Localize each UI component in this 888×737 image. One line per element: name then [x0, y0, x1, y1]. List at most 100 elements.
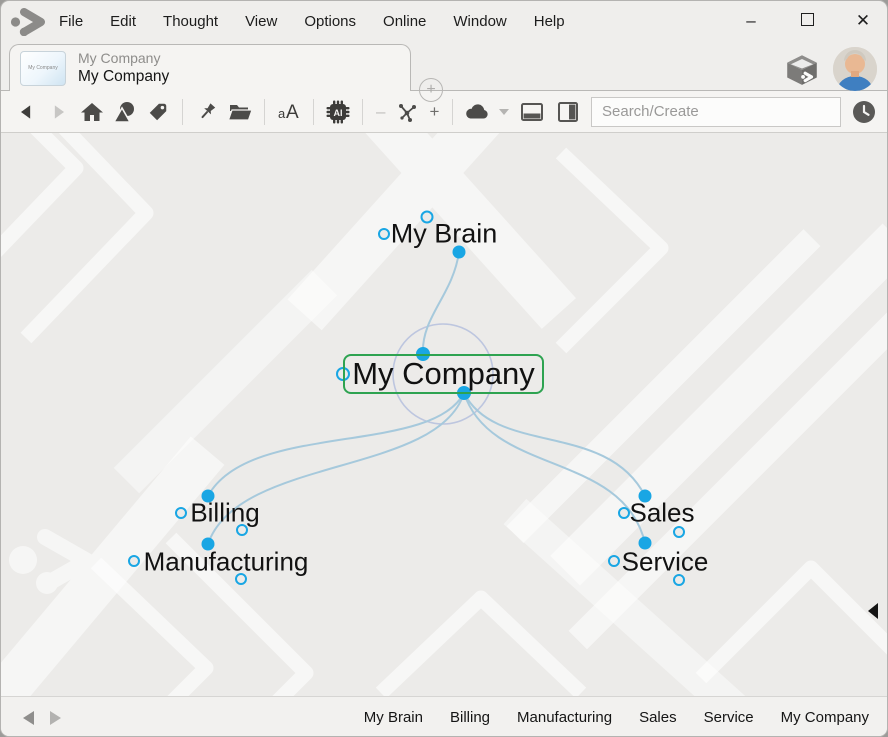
breadcrumb-sales[interactable]: Sales — [639, 709, 677, 726]
thought-service[interactable]: Service — [622, 547, 709, 578]
tab-thought-name: My Company — [78, 67, 169, 86]
thought-my-company-label: My Company — [352, 356, 535, 392]
toolbar-separator — [264, 99, 265, 125]
tab-text: My Company My Company — [78, 50, 169, 86]
shapes-icon — [112, 100, 138, 124]
tags-button[interactable] — [145, 99, 171, 125]
thought-billing[interactable]: Billing — [190, 498, 259, 529]
horizontal-split-icon — [519, 100, 545, 124]
avatar-photo — [833, 47, 877, 91]
plex-canvas[interactable]: My Brain My Company Billing Manufacturin… — [1, 133, 887, 696]
collapse-plex-button[interactable]: – — [374, 102, 387, 122]
ai-button[interactable]: AI — [325, 99, 351, 125]
thought-my-company-selected[interactable]: My Company — [343, 354, 544, 394]
maximize-button[interactable] — [797, 11, 817, 31]
search-input[interactable] — [591, 97, 841, 127]
menu-bar: File Edit Thought View Options Online Wi… — [59, 13, 565, 30]
forward-icon — [49, 102, 69, 122]
font-size-button[interactable]: a A — [276, 99, 302, 125]
menu-help[interactable]: Help — [534, 13, 565, 30]
cloud-dropdown-caret-icon[interactable] — [499, 109, 509, 115]
tab-thumbnail: My Company — [20, 51, 66, 86]
gate-manufacturing-jump[interactable] — [129, 556, 139, 566]
breadcrumb-bar: My Brain Billing Manufacturing Sales Ser… — [1, 696, 887, 737]
gate-billing-jump[interactable] — [176, 508, 186, 518]
menu-options[interactable]: Options — [304, 13, 356, 30]
link-mycompany-service — [464, 393, 645, 543]
menu-edit[interactable]: Edit — [110, 13, 136, 30]
gate-sales-child[interactable] — [674, 527, 684, 537]
titlebar: File Edit Thought View Options Online Wi… — [1, 1, 887, 41]
app-window: File Edit Thought View Options Online Wi… — [0, 0, 888, 737]
svg-text:a: a — [278, 106, 286, 121]
thought-types-button[interactable] — [112, 99, 138, 125]
tab-my-company[interactable]: My Company My Company My Company — [9, 44, 411, 91]
toolbar-separator — [313, 99, 314, 125]
breadcrumb-manufacturing[interactable]: Manufacturing — [517, 709, 612, 726]
user-avatar[interactable] — [833, 47, 877, 91]
back-icon — [16, 102, 36, 122]
clock-icon — [851, 99, 877, 125]
menu-thought[interactable]: Thought — [163, 13, 218, 30]
menu-online[interactable]: Online — [383, 13, 426, 30]
svg-text:AI: AI — [334, 108, 343, 118]
pin-icon — [196, 101, 218, 123]
menu-view[interactable]: View — [245, 13, 277, 30]
home-button[interactable] — [79, 99, 105, 125]
maximize-icon — [801, 13, 814, 26]
breadcrumb-billing[interactable]: Billing — [450, 709, 490, 726]
plex-depth-icon — [394, 99, 420, 125]
open-brain-button[interactable] — [227, 99, 253, 125]
tab-thumbnail-label: My Company — [28, 65, 57, 71]
cloud-sync-icon — [464, 100, 490, 124]
gate-mybrain-jump[interactable] — [379, 229, 389, 239]
forward-button[interactable] — [46, 99, 72, 125]
history-back-icon[interactable] — [23, 711, 34, 725]
toolbar-separator — [452, 99, 453, 125]
link-mycompany-sales — [464, 393, 645, 496]
vertical-split-button[interactable] — [555, 99, 581, 125]
toolbar-separator — [182, 99, 183, 125]
tab-brain-name: My Company — [78, 50, 169, 67]
menu-file[interactable]: File — [59, 13, 83, 30]
gate-sales-jump[interactable] — [619, 508, 629, 518]
breadcrumb-items: My Brain Billing Manufacturing Sales Ser… — [364, 709, 869, 726]
breadcrumb-service[interactable]: Service — [704, 709, 754, 726]
panel-expand-handle-icon[interactable] — [868, 603, 878, 619]
back-button[interactable] — [13, 99, 39, 125]
close-button[interactable]: ✕ — [853, 11, 873, 31]
svg-text:A: A — [286, 102, 299, 123]
tab-bar: My Company My Company My Company + — [1, 41, 887, 91]
toolbar-separator — [362, 99, 363, 125]
link-mybrain-mycompany — [423, 252, 459, 354]
font-size-icon: a A — [276, 100, 302, 124]
breadcrumb-my-brain[interactable]: My Brain — [364, 709, 423, 726]
horizontal-split-button[interactable] — [519, 99, 545, 125]
expand-plex-button[interactable]: + — [427, 102, 441, 122]
history-forward-icon[interactable] — [50, 711, 61, 725]
thought-sales[interactable]: Sales — [629, 498, 694, 529]
plex-depth-button[interactable] — [394, 99, 420, 125]
plex-graph — [1, 133, 887, 696]
toolbar-right — [519, 97, 877, 127]
thought-manufacturing[interactable]: Manufacturing — [144, 547, 309, 578]
window-controls: – ✕ — [741, 1, 873, 41]
app-logo-icon — [9, 6, 49, 36]
vertical-split-icon — [555, 100, 581, 124]
tag-icon — [147, 101, 169, 123]
cloud-sync-button[interactable] — [464, 99, 490, 125]
breadcrumb-my-company[interactable]: My Company — [781, 709, 869, 726]
new-tab-button[interactable]: + — [419, 78, 443, 102]
menu-window[interactable]: Window — [453, 13, 506, 30]
folder-icon — [227, 100, 253, 124]
home-icon — [80, 100, 104, 124]
tabbar-right-icons — [783, 47, 877, 91]
timeline-button[interactable] — [851, 99, 877, 125]
gate-service-jump[interactable] — [609, 556, 619, 566]
minimize-button[interactable]: – — [741, 11, 761, 31]
toolbar: a A AI – — [1, 91, 887, 133]
link-mycompany-billing — [208, 393, 464, 496]
brainbox-cube-icon[interactable] — [783, 50, 821, 88]
pin-button[interactable] — [194, 99, 220, 125]
thought-my-brain[interactable]: My Brain — [391, 219, 498, 250]
